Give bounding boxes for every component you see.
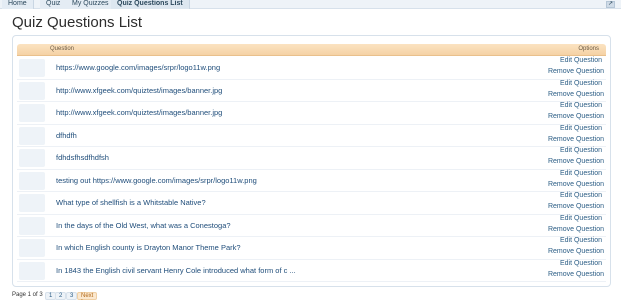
remove-question-link[interactable]: Remove Question [548,136,604,143]
page-count-label: Page 1 of 3 [12,292,43,298]
row-thumbnail [19,261,45,280]
breadcrumb-home[interactable]: Home [2,0,34,9]
next-page-button[interactable]: Next > [77,292,98,300]
breadcrumb-my-quizzes[interactable]: My Quizzes [66,0,116,9]
table-row: dfhdfh Edit Question Remove Question [17,125,606,147]
table-row: In 1843 the English civil servant Henry … [17,260,606,282]
column-header-question: Question [50,46,75,52]
row-thumbnail [19,171,45,190]
remove-question-link[interactable]: Remove Question [548,248,604,255]
page-title: Quiz Questions List [12,14,143,31]
row-thumbnail [19,149,45,167]
column-header-options: Options [578,46,599,52]
remove-question-link[interactable]: Remove Question [548,113,604,120]
row-thumbnail [19,126,45,145]
question-link[interactable]: fdhdsfhsdfhdfsh [56,153,109,162]
edit-question-link[interactable]: Edit Question [560,237,602,244]
table-row: http://www.xfgeek.com/quiztest/images/ba… [17,102,606,125]
page-link-2[interactable]: 2 [55,292,67,300]
row-thumbnail [19,216,45,235]
question-link[interactable]: In which English county is Drayton Manor… [56,243,241,252]
row-thumbnail [19,239,45,257]
remove-question-link[interactable]: Remove Question [548,68,604,75]
row-thumbnail [19,81,45,100]
remove-question-link[interactable]: Remove Question [548,203,604,210]
edit-question-link[interactable]: Edit Question [560,260,602,267]
list-header: Question Options [17,44,606,56]
remove-question-link[interactable]: Remove Question [548,181,604,188]
table-row: http://www.xfgeek.com/quiztest/images/ba… [17,80,606,102]
question-link[interactable]: testing out https://www.google.com/image… [56,176,257,185]
table-row: In which English county is Drayton Manor… [17,237,606,260]
breadcrumb-current[interactable]: Quiz Questions List [111,0,190,9]
edit-question-link[interactable]: Edit Question [560,125,602,132]
question-link[interactable]: What type of shellfish is a Whitstable N… [56,198,206,207]
table-row: https://www.google.com/images/srpr/logo1… [17,57,606,80]
questions-panel: Question Options https://www.google.com/… [12,35,611,287]
row-thumbnail [19,104,45,122]
edit-question-link[interactable]: Edit Question [560,102,602,109]
table-row: In the days of the Old West, what was a … [17,215,606,237]
jump-arrow-icon[interactable]: ↗ [606,1,615,8]
question-link[interactable]: http://www.xfgeek.com/quiztest/images/ba… [56,86,222,95]
remove-question-link[interactable]: Remove Question [548,158,604,165]
breadcrumb: Home Quiz My Quizzes Quiz Questions List… [0,0,621,9]
table-row: What type of shellfish is a Whitstable N… [17,192,606,215]
question-link[interactable]: http://www.xfgeek.com/quiztest/images/ba… [56,108,222,117]
edit-question-link[interactable]: Edit Question [560,57,602,64]
edit-question-link[interactable]: Edit Question [560,192,602,199]
question-link[interactable]: In the days of the Old West, what was a … [56,221,231,230]
row-thumbnail [19,59,45,77]
question-link[interactable]: In 1843 the English civil servant Henry … [56,266,296,275]
table-row: testing out https://www.google.com/image… [17,170,606,192]
question-link[interactable]: dfhdfh [56,131,77,140]
edit-question-link[interactable]: Edit Question [560,170,602,177]
table-row: fdhdsfhsdfhdfsh Edit Question Remove Que… [17,147,606,170]
question-link[interactable]: https://www.google.com/images/srpr/logo1… [56,63,220,72]
row-thumbnail [19,194,45,212]
remove-question-link[interactable]: Remove Question [548,271,604,278]
remove-question-link[interactable]: Remove Question [548,226,604,233]
breadcrumb-quiz[interactable]: Quiz [40,0,68,9]
edit-question-link[interactable]: Edit Question [560,215,602,222]
page-link-3[interactable]: 3 [66,292,78,300]
remove-question-link[interactable]: Remove Question [548,91,604,98]
edit-question-link[interactable]: Edit Question [560,147,602,154]
edit-question-link[interactable]: Edit Question [560,80,602,87]
